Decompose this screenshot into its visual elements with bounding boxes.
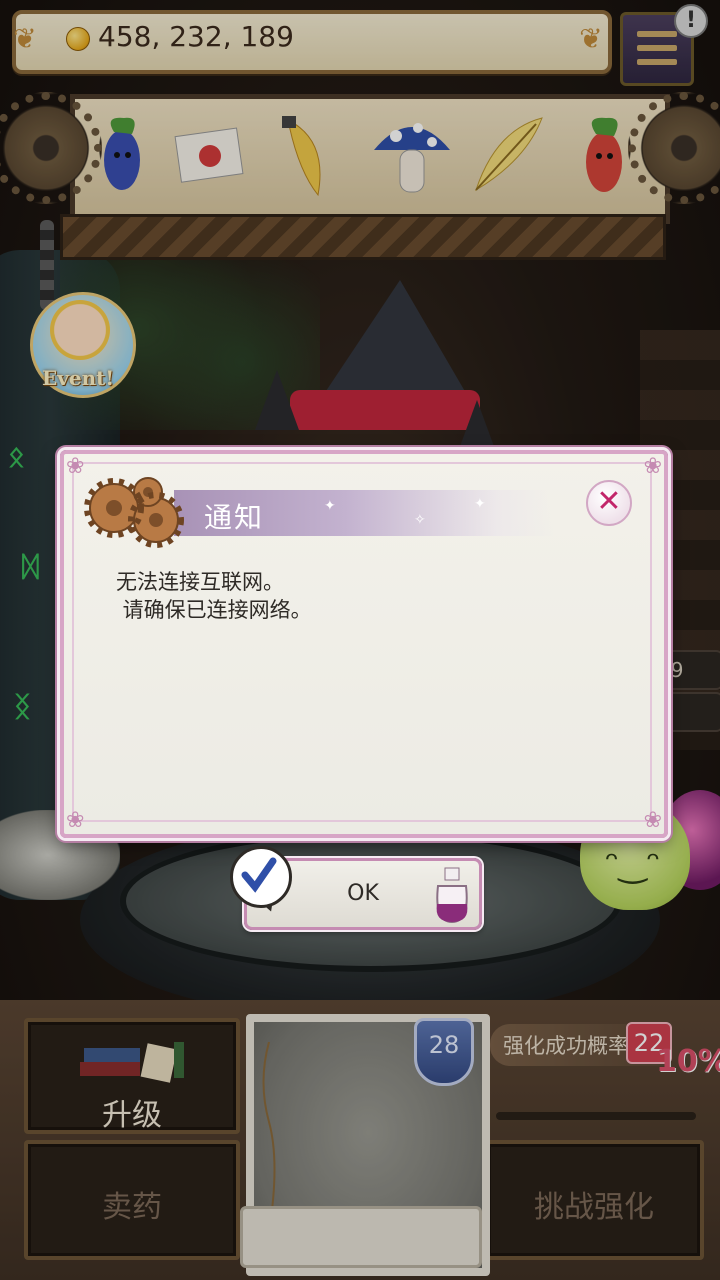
sparkle-icon: ✧ [414, 512, 426, 528]
close-icon: ✕ [596, 484, 622, 519]
corner-ornament-icon: ❀ [643, 454, 662, 479]
dialog-title: 通知 [204, 501, 265, 534]
dialog-message: 无法连接互联网。 请确保已连接网络。 [116, 570, 312, 622]
checkmark-icon [241, 857, 277, 893]
checkmark-bubble-icon [230, 846, 292, 908]
sparkle-icon: ✦ [474, 496, 486, 512]
close-button[interactable]: ✕ [586, 480, 632, 526]
corner-ornament-icon: ❀ [66, 808, 85, 833]
sparkle-icon: ✦ [324, 498, 336, 514]
potion-bottle-icon [436, 867, 468, 924]
gears-icon [84, 477, 184, 548]
corner-ornament-icon: ❀ [643, 808, 662, 833]
